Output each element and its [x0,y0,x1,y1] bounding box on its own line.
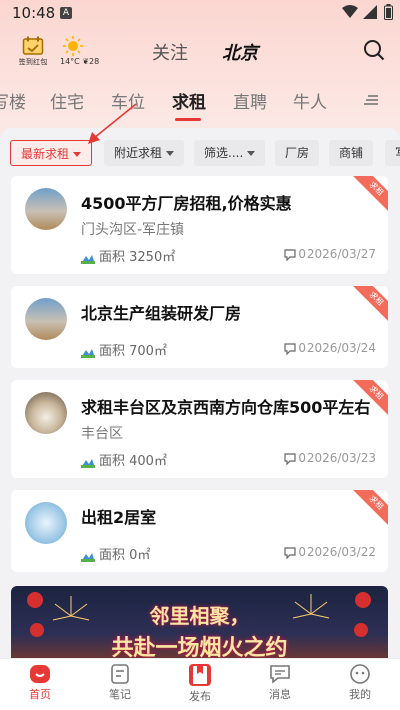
listing-date: 2026/03/22 [306,545,376,559]
home-icon [30,665,50,683]
listing-location: 门头沟区-军庄镇 [81,222,185,238]
calendar-icon [22,36,44,55]
top-header: 签到红包 14°C ❦28 关注 北京 [0,30,400,74]
status-time: 10:48 [12,4,56,22]
wanted-tag: 求租 [349,176,388,216]
tab-residential[interactable]: 住宅 [50,88,84,113]
area-icon [81,254,95,264]
weather-widget[interactable]: 14°C ❦28 [60,36,108,66]
wanted-tag: 求租 [349,286,388,326]
comment-icon [284,342,296,355]
wanted-tag: 求租 [349,490,388,530]
aqi-leaf-icon: ❦ [82,57,90,66]
sun-icon [63,36,83,56]
bottom-nav: 首页 笔记 发布 消息 我的 [0,658,400,710]
promo-banner[interactable]: 邻里相聚， 共赴一场烟火之约 [11,586,388,658]
search-icon[interactable] [363,39,385,61]
category-tabs: 写楼 住宅 车位 求租 直聘 牛人 [0,86,400,121]
comment-count: 0 [298,247,306,261]
profile-icon [350,664,370,684]
nav-publish[interactable]: 发布 [170,663,230,704]
nav-profile[interactable]: 我的 [330,663,390,702]
listing-area: 面积 3250㎡ [99,250,176,265]
listing-area: 面积 700㎡ [99,344,167,359]
caret-down-icon [247,151,256,156]
filter-nearby-label: 附近求租 [114,146,163,160]
menu-icon[interactable] [364,94,380,106]
filter-bar: 最新求租 附近求租 筛选.... 厂房 商铺 写 [10,140,400,168]
listing-date: 2026/03/24 [306,341,376,355]
caret-down-icon [73,152,82,157]
nav-messages-label: 消息 [269,688,291,701]
filter-office-label: 写 [395,146,400,160]
filter-latest-label: 最新求租 [21,147,70,161]
listing-title: 4500平方厂房招租,价格实惠 [81,194,292,213]
wifi-icon [342,5,358,18]
listing-location: 丰台区 [81,426,123,442]
comment-icon [284,452,296,465]
nav-home[interactable]: 首页 [10,663,70,702]
listing-thumbnail [25,392,67,434]
weather-aqi: 28 [89,57,100,66]
banner-line-1: 邻里相聚， [149,604,250,628]
publish-icon [189,664,211,686]
signin-red-packet-button[interactable]: 签到红包 [14,36,52,68]
signin-label: 签到红包 [18,58,48,67]
area-icon [81,458,95,468]
nav-home-label: 首页 [29,688,51,701]
notification-a-icon: A [60,7,72,19]
area-icon [81,552,95,562]
filter-factory-label: 厂房 [285,146,310,160]
banner-line-2: 共赴一场烟火之约 [111,636,288,658]
comment-icon [284,546,296,559]
listing-date: 2026/03/27 [306,247,376,261]
listing-card[interactable]: 北京生产组装研发厂房 面积 700㎡ 0 2026/03/24 求租 [11,286,388,368]
listing-title: 北京生产组装研发厂房 [81,304,242,323]
tab-city[interactable]: 北京 [222,39,258,65]
filter-shop-label: 商铺 [339,146,364,160]
active-tab-underline [175,118,201,121]
listing-card[interactable]: 4500平方厂房招租,价格实惠 门头沟区-军庄镇 面积 3250㎡ 0 2026… [11,176,388,274]
listing-title: 出租2居室 [81,508,157,527]
listing-area: 面积 0㎡ [99,548,151,563]
comment-count: 0 [298,545,306,559]
filter-office[interactable]: 写 [385,140,400,166]
listing-card[interactable]: 求租丰台区及京西南方向仓库500平左右 丰台区 面积 400㎡ 0 2026/0… [11,380,388,478]
comment-count: 0 [298,341,306,355]
filter-factory[interactable]: 厂房 [275,140,320,166]
tab-direct-hire[interactable]: 直聘 [233,88,267,113]
nav-notes-label: 笔记 [109,688,131,701]
filter-more-label: 筛选.... [204,146,244,160]
notes-icon [111,664,129,684]
listing-thumbnail [25,188,67,230]
tab-wanted-rent[interactable]: 求租 [172,88,206,113]
weather-temp: 14°C [60,57,80,66]
nav-publish-label: 发布 [189,690,211,703]
caret-down-icon [166,151,175,156]
nav-notes[interactable]: 笔记 [90,663,150,702]
comment-icon [284,248,296,261]
listing-panel: 最新求租 附近求租 筛选.... 厂房 商铺 写 4500平方厂房招租,价格实惠… [0,128,400,658]
listing-card[interactable]: 出租2居室 面积 0㎡ 0 2026/03/22 求租 [11,490,388,572]
listing-thumbnail [25,298,67,340]
filter-shop[interactable]: 商铺 [329,140,374,166]
message-icon [270,665,290,684]
filter-more[interactable]: 筛选.... [194,140,266,166]
battery-icon [384,4,393,20]
status-bar: 10:48 A [0,0,400,28]
tab-talent[interactable]: 牛人 [293,88,327,113]
annotation-arrow-icon [88,103,137,144]
nav-messages[interactable]: 消息 [250,663,310,702]
comment-count: 0 [298,451,306,465]
listing-thumbnail [25,502,67,544]
tab-follow[interactable]: 关注 [152,39,188,65]
listing-title: 求租丰台区及京西南方向仓库500平左右 [81,398,371,417]
area-icon [81,348,95,358]
listing-area: 面积 400㎡ [99,454,167,469]
signal-icon [363,5,377,19]
tab-office[interactable]: 写楼 [0,88,26,113]
listing-date: 2026/03/23 [306,451,376,465]
nav-profile-label: 我的 [349,688,371,701]
